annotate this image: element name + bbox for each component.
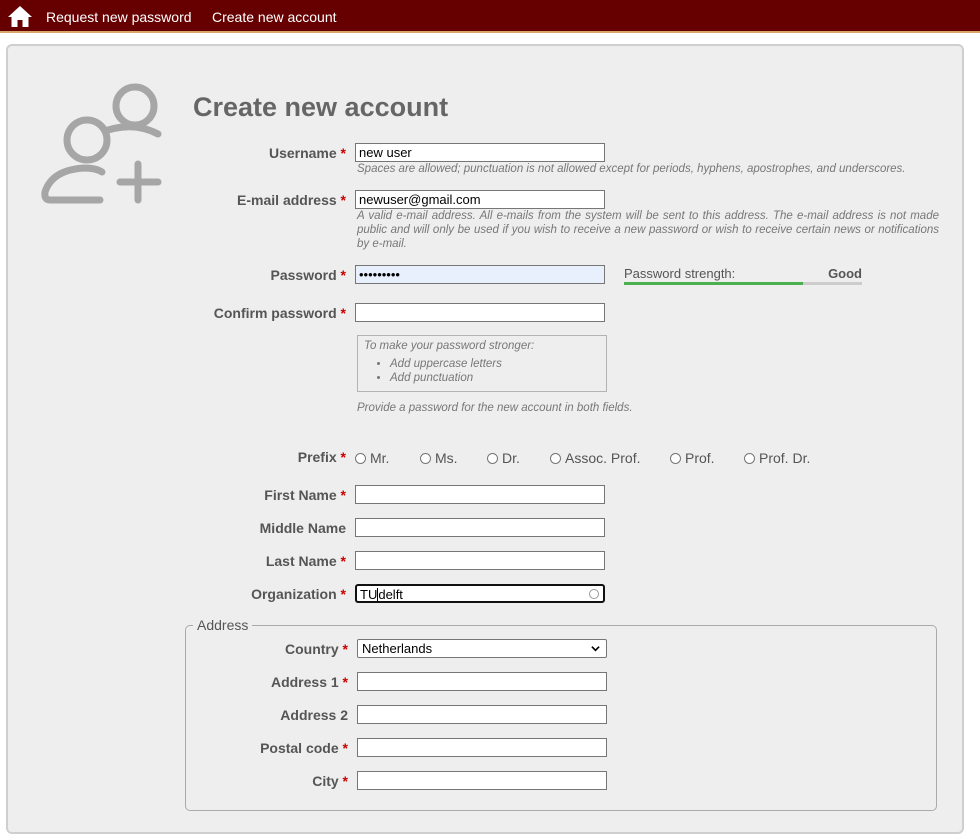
page-title: Create new account: [193, 92, 449, 122]
password-strength-value: Good: [828, 266, 862, 281]
radio-button[interactable]: [744, 452, 755, 464]
radio-button[interactable]: [550, 452, 561, 464]
address2-input[interactable]: [357, 705, 607, 724]
password-label: Password *: [270, 267, 346, 283]
prefix-radio-assoc-prof[interactable]: Assoc. Prof.: [550, 450, 640, 466]
address1-label: Address 1 *: [270, 674, 348, 690]
middle-name-input[interactable]: [355, 518, 605, 537]
create-new-account-link[interactable]: Create new account: [212, 9, 337, 25]
organization-input[interactable]: TUdelft: [355, 584, 605, 603]
confirm-password-input[interactable]: [355, 303, 605, 322]
prefix-radio-prof[interactable]: Prof.: [670, 450, 715, 466]
password-suggestions-box: To make your password stronger: Add uppe…: [357, 335, 607, 392]
password-input[interactable]: •••••••••: [355, 265, 605, 284]
last-name-input[interactable]: [355, 551, 605, 570]
last-name-label: Last Name *: [265, 553, 346, 569]
address2-label: Address 2: [280, 707, 348, 723]
middle-name-label: Middle Name: [259, 520, 346, 536]
password-suggestion-item: Add uppercase letters: [390, 357, 502, 371]
prefix-radio-prof-dr[interactable]: Prof. Dr.: [744, 450, 810, 466]
password-strength-indicator: Password strength: Good: [624, 266, 862, 286]
confirm-password-label: Confirm password *: [213, 305, 346, 321]
radio-button[interactable]: [420, 452, 431, 464]
country-select[interactable]: Netherlands: [357, 639, 607, 658]
password-suggestion-item: Add punctuation: [390, 371, 502, 385]
username-label: Username *: [268, 145, 346, 161]
prefix-radio-dr[interactable]: Dr.: [487, 450, 520, 466]
password-description: Provide a password for the new account i…: [357, 402, 633, 414]
city-label: City *: [312, 773, 348, 789]
radio-button[interactable]: [487, 452, 498, 464]
chevron-down-icon: [591, 646, 600, 652]
radio-button[interactable]: [355, 452, 366, 464]
organization-label: Organization *: [251, 586, 346, 602]
email-input[interactable]: newuser@gmail.com: [355, 190, 605, 209]
username-input[interactable]: new user: [355, 143, 605, 162]
user-add-icon: [41, 83, 162, 204]
prefix-label: Prefix *: [297, 449, 346, 465]
home-icon[interactable]: [7, 5, 33, 28]
email-description: A valid e-mail address. All e-mails from…: [357, 210, 939, 250]
radio-button[interactable]: [670, 452, 681, 464]
password-strength-bar: [624, 282, 862, 285]
address-legend: Address: [193, 617, 253, 633]
prefix-radio-ms[interactable]: Ms.: [420, 450, 458, 466]
top-nav-bar: Request new password Create new account: [0, 0, 980, 33]
password-strength-label: Password strength:: [624, 266, 736, 281]
country-label: Country *: [284, 641, 348, 657]
username-description: Spaces are allowed; punctuation is not a…: [357, 163, 906, 175]
clear-circle-icon[interactable]: [589, 589, 599, 599]
email-label: E-mail address *: [237, 192, 346, 208]
password-strength-bar-fill: [624, 282, 803, 285]
prefix-radio-mr[interactable]: Mr.: [355, 450, 389, 466]
request-new-password-link[interactable]: Request new password: [46, 9, 192, 25]
password-suggestions-hint: To make your password stronger:: [364, 340, 535, 352]
city-input[interactable]: [357, 771, 607, 790]
address1-input[interactable]: [357, 672, 607, 691]
first-name-label: First Name *: [264, 487, 346, 503]
first-name-input[interactable]: [355, 485, 605, 504]
postal-code-input[interactable]: [357, 738, 607, 757]
postal-code-label: Postal code *: [260, 740, 348, 756]
